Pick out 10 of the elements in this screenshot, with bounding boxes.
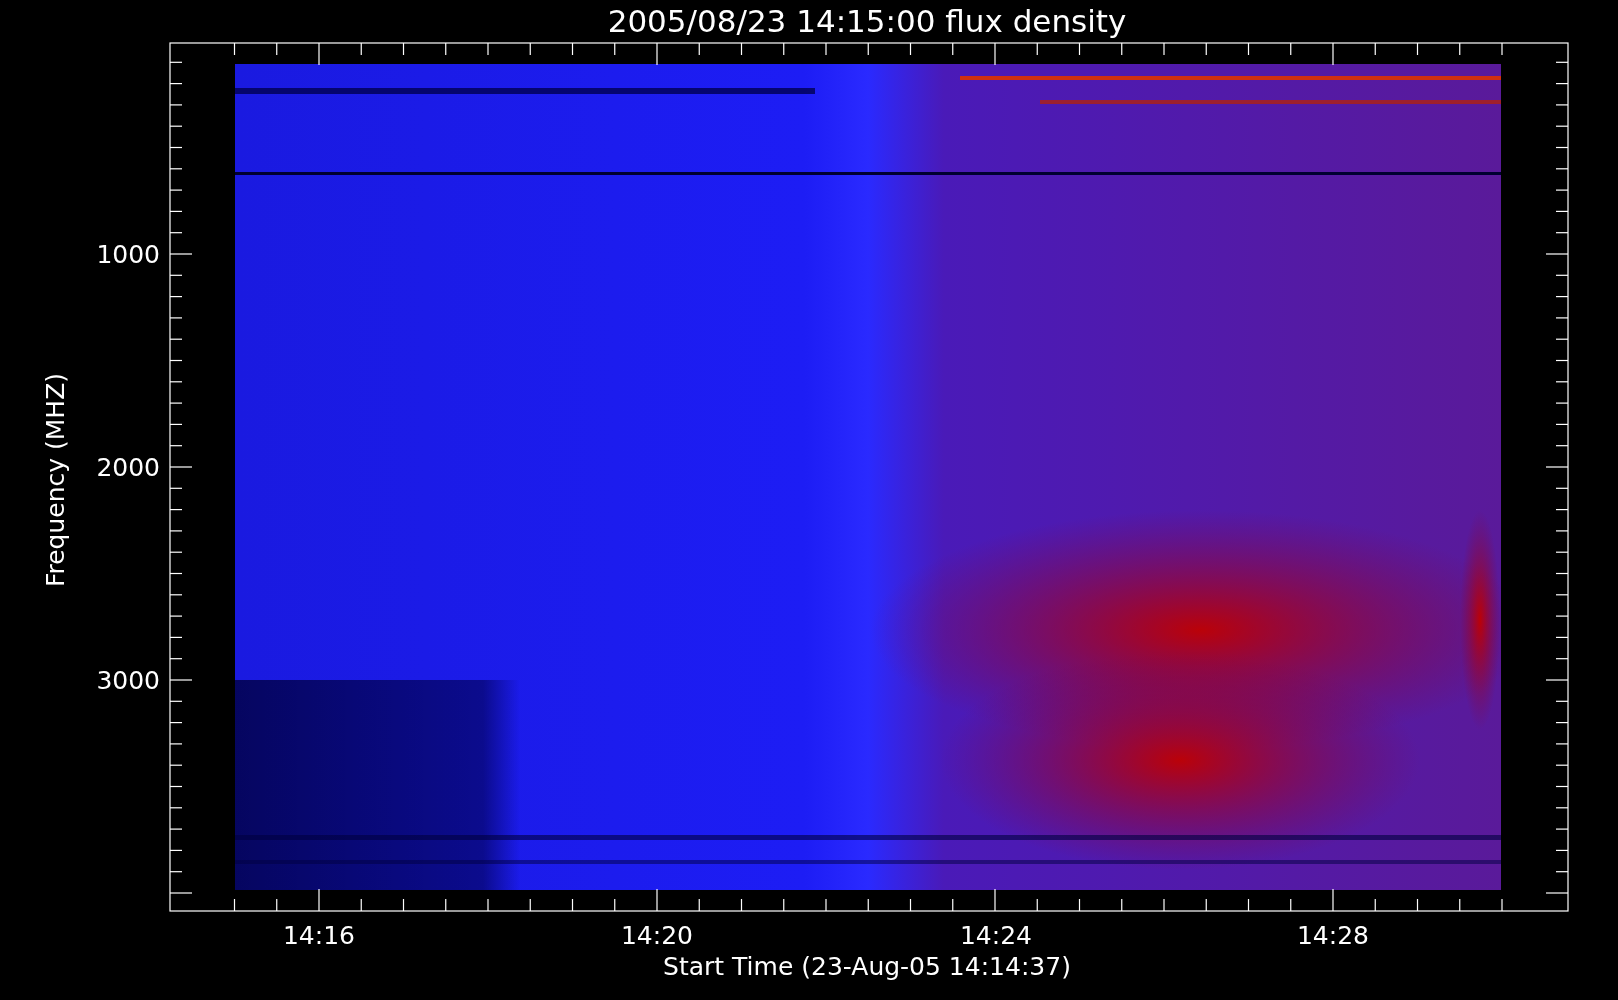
axis-tick-label: 3000 (96, 666, 160, 695)
axis-tick-label: 14:24 (960, 921, 1032, 950)
x-axis-label: Start Time (23-Aug-05 14:14:37) (663, 952, 1071, 981)
axis-tick-label: 14:16 (283, 921, 355, 950)
y-axis-label: Frequency (MHZ) (41, 372, 70, 588)
plot-title: 2005/08/23 14:15:00 flux density (607, 3, 1127, 39)
axis-tick-label: 14:28 (1297, 921, 1369, 950)
axis-tick-label: 14:20 (621, 921, 693, 950)
axis-tick-label: 1000 (96, 240, 160, 269)
axis-tick-label: 2000 (96, 453, 160, 482)
